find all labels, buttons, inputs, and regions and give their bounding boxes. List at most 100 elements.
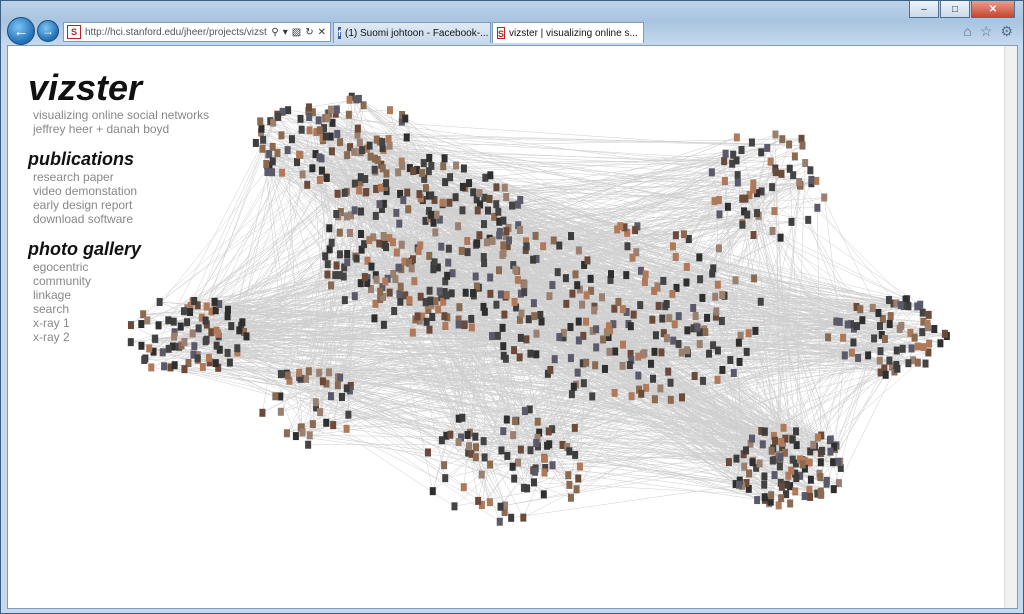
profile-node[interactable] — [487, 171, 494, 180]
profile-node[interactable] — [511, 346, 518, 355]
profile-node[interactable] — [823, 476, 830, 485]
profile-node[interactable] — [714, 375, 721, 384]
profile-node[interactable] — [459, 413, 466, 422]
profile-node[interactable] — [758, 148, 765, 157]
profile-node[interactable] — [475, 496, 482, 505]
profile-node[interactable] — [396, 219, 403, 228]
profile-node[interactable] — [575, 474, 582, 483]
profile-node[interactable] — [690, 303, 697, 312]
profile-node[interactable] — [288, 135, 295, 144]
profile-node[interactable] — [635, 352, 642, 361]
profile-node[interactable] — [769, 226, 776, 235]
profile-node[interactable] — [658, 348, 665, 357]
profile-node[interactable] — [533, 439, 540, 448]
profile-node[interactable] — [346, 95, 353, 104]
profile-node[interactable] — [509, 462, 516, 471]
profile-node[interactable] — [376, 200, 383, 209]
profile-node[interactable] — [772, 130, 779, 139]
profile-node[interactable] — [371, 314, 378, 323]
profile-node[interactable] — [436, 287, 443, 296]
profile-node[interactable] — [593, 325, 600, 334]
profile-node[interactable] — [801, 492, 808, 501]
profile-node[interactable] — [417, 241, 424, 250]
profile-node[interactable] — [722, 149, 729, 158]
profile-node[interactable] — [264, 168, 271, 177]
profile-node[interactable] — [494, 331, 501, 340]
profile-node[interactable] — [386, 288, 393, 297]
profile-node[interactable] — [600, 335, 607, 344]
profile-node[interactable] — [334, 381, 341, 390]
profile-node[interactable] — [367, 152, 374, 161]
profile-node[interactable] — [574, 368, 581, 377]
profile-node[interactable] — [385, 135, 392, 144]
profile-node[interactable] — [660, 276, 667, 285]
profile-node[interactable] — [474, 206, 481, 215]
profile-node[interactable] — [408, 264, 415, 273]
profile-node[interactable] — [778, 437, 785, 446]
profile-node[interactable] — [464, 431, 471, 440]
profile-node[interactable] — [515, 458, 522, 467]
profile-node[interactable] — [533, 350, 540, 359]
profile-node[interactable] — [503, 193, 510, 202]
profile-node[interactable] — [361, 240, 368, 249]
profile-node[interactable] — [623, 271, 630, 280]
profile-node[interactable] — [759, 440, 766, 449]
profile-node[interactable] — [426, 325, 433, 334]
profile-node[interactable] — [875, 308, 882, 317]
profile-node[interactable] — [530, 255, 537, 264]
profile-node[interactable] — [899, 344, 906, 353]
profile-node[interactable] — [316, 126, 323, 135]
profile-node[interactable] — [541, 468, 548, 477]
profile-node[interactable] — [821, 193, 828, 202]
profile-node[interactable] — [194, 354, 201, 363]
profile-node[interactable] — [260, 135, 267, 144]
profile-node[interactable] — [353, 254, 360, 263]
profile-node[interactable] — [532, 467, 539, 476]
profile-node[interactable] — [497, 290, 504, 299]
profile-node[interactable] — [778, 494, 785, 503]
profile-node[interactable] — [146, 344, 153, 353]
profile-node[interactable] — [480, 302, 487, 311]
profile-node[interactable] — [917, 300, 924, 309]
profile-node[interactable] — [500, 342, 507, 351]
profile-node[interactable] — [931, 324, 938, 333]
profile-node[interactable] — [324, 113, 331, 122]
profile-node[interactable] — [429, 487, 436, 496]
profile-node[interactable] — [351, 206, 358, 215]
profile-node[interactable] — [599, 293, 606, 302]
profile-node[interactable] — [258, 124, 265, 133]
profile-node[interactable] — [285, 106, 292, 115]
profile-node[interactable] — [341, 296, 348, 305]
profile-node[interactable] — [493, 200, 500, 209]
profile-node[interactable] — [672, 252, 679, 261]
profile-node[interactable] — [516, 353, 523, 362]
profile-node[interactable] — [739, 194, 746, 203]
profile-node[interactable] — [481, 453, 488, 462]
profile-node[interactable] — [790, 171, 797, 180]
profile-node[interactable] — [848, 348, 855, 357]
profile-node[interactable] — [493, 183, 500, 192]
profile-node[interactable] — [749, 434, 756, 443]
profile-node[interactable] — [546, 292, 553, 301]
profile-node[interactable] — [452, 193, 459, 202]
profile-node[interactable] — [583, 291, 590, 300]
profile-node[interactable] — [306, 431, 313, 440]
compatibility-icon[interactable]: ▧ — [292, 27, 301, 38]
profile-node[interactable] — [692, 312, 699, 321]
profile-node[interactable] — [323, 418, 330, 427]
profile-node[interactable] — [443, 291, 450, 300]
profile-node[interactable] — [430, 218, 437, 227]
profile-node[interactable] — [161, 362, 168, 371]
profile-node[interactable] — [793, 427, 800, 436]
profile-node[interactable] — [504, 451, 511, 460]
profile-node[interactable] — [712, 292, 719, 301]
profile-node[interactable] — [303, 374, 310, 383]
profile-node[interactable] — [380, 231, 387, 240]
profile-node[interactable] — [496, 266, 503, 275]
profile-node[interactable] — [524, 484, 531, 493]
profile-node[interactable] — [426, 153, 433, 162]
profile-node[interactable] — [464, 237, 471, 246]
profile-node[interactable] — [767, 157, 774, 166]
profile-node[interactable] — [670, 336, 677, 345]
tab-vizster[interactable]: S vizster | visualizing online s... ✕ — [492, 22, 644, 43]
